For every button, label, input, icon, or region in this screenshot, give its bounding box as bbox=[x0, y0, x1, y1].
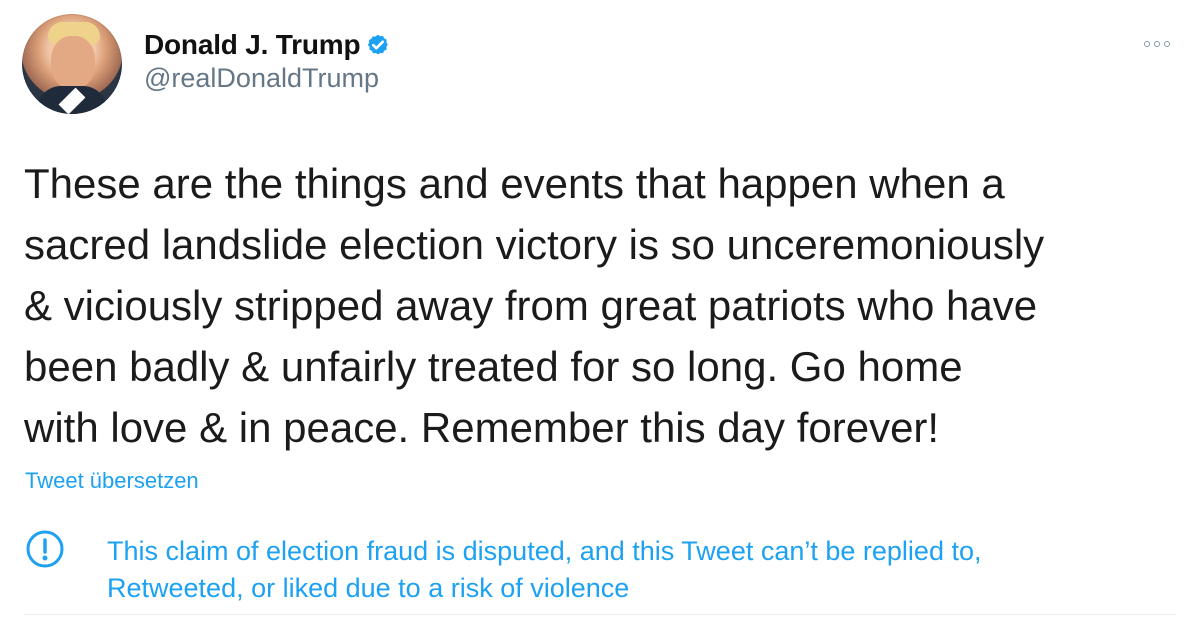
more-options-icon[interactable] bbox=[1144, 39, 1170, 49]
disputed-claim-text[interactable]: This claim of election fraud is disputed… bbox=[107, 533, 981, 607]
author-meta: Donald J. Trump @realDonaldTrump bbox=[144, 27, 390, 92]
avatar-face bbox=[51, 36, 95, 88]
translate-tweet-link[interactable]: Tweet übersetzen bbox=[25, 470, 199, 492]
verified-badge-icon bbox=[366, 33, 390, 57]
tweet-header: Donald J. Trump @realDonaldTrump bbox=[22, 14, 1180, 116]
author-handle[interactable]: @realDonaldTrump bbox=[144, 65, 390, 92]
tweet-divider bbox=[24, 614, 1176, 615]
warning-circle-icon bbox=[25, 528, 83, 586]
display-name-row: Donald J. Trump bbox=[144, 27, 390, 63]
more-dot bbox=[1144, 41, 1150, 47]
more-dot bbox=[1154, 41, 1160, 47]
disputed-claim-notice[interactable]: This claim of election fraud is disputed… bbox=[25, 528, 1150, 603]
more-dot bbox=[1164, 41, 1170, 47]
author-display-name[interactable]: Donald J. Trump bbox=[144, 31, 361, 59]
tweet-body-text: These are the things and events that hap… bbox=[24, 160, 1045, 451]
author-avatar[interactable] bbox=[22, 14, 122, 114]
tweet-card: Donald J. Trump @realDonaldTrump These a… bbox=[0, 0, 1200, 631]
